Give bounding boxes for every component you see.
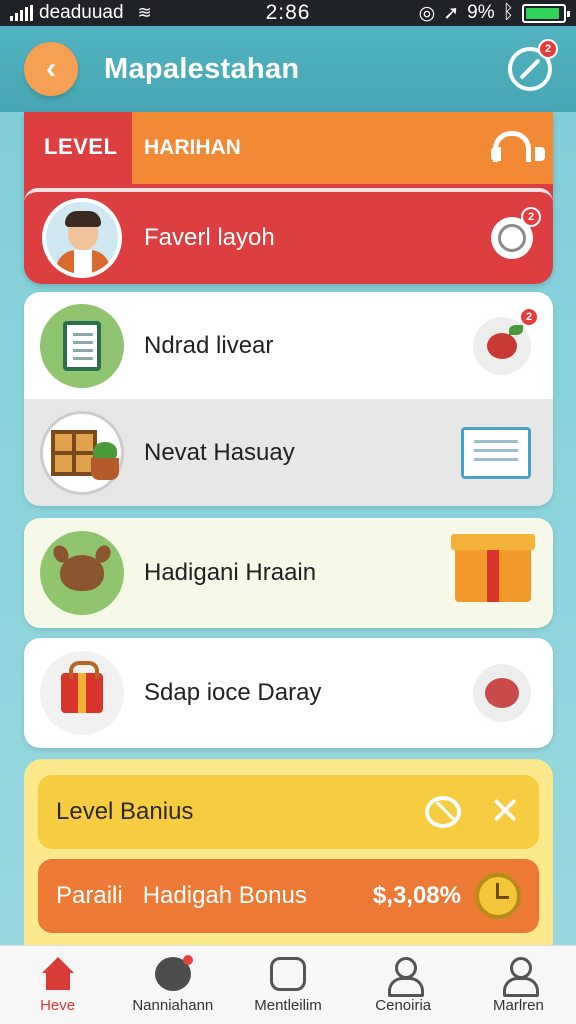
nav-label: Cenoiria [375,996,432,1014]
back-button[interactable]: ‹ [24,42,78,96]
status-bar: deaduuad ≋ 2:86 ◎ ➚ 9% ᛒ [0,0,576,26]
list-item-label: Ndrad livear [144,331,274,359]
nav-label: Mentleilim [254,996,322,1014]
level-bonus-label: Level Banius [56,798,194,825]
profile-icon [500,956,540,997]
level-card[interactable]: LEVEL HARIHAN Faverl layoh 2 [24,112,553,284]
nav-label: Heve [40,996,76,1014]
list-item[interactable]: Hadigani Hraain [24,518,553,628]
nav-home[interactable]: Heve [0,946,115,1024]
notification-badge: 2 [521,207,541,227]
nav-profile[interactable]: Marlren [461,946,576,1024]
level-banner[interactable]: HARIHAN [132,112,553,184]
timer-button[interactable]: 2 [491,207,541,259]
user-row[interactable]: Faverl layoh 2 [24,188,553,284]
gift-box-icon[interactable] [451,534,535,602]
card-label: Sdap ioce Daray [144,679,322,706]
list-item[interactable]: Sdap ioce Daray [24,638,553,748]
chart-icon [270,956,306,991]
berries-icon[interactable]: 2 [473,306,539,375]
user-icon [385,956,425,997]
page-title: Mapalestahan [104,52,300,85]
peach-icon[interactable] [473,664,531,722]
nav-label: Nanniahann [132,996,214,1014]
document-icon [40,303,124,388]
list-item[interactable]: Nevat Hasuay [24,399,553,506]
avatar [42,198,122,278]
nav-user[interactable]: Cenoiria [346,946,461,1024]
notification-badge: 2 [538,39,558,59]
user-name: Faverl layoh [144,224,275,251]
bonus-prefix: Paraili [56,882,123,909]
hide-icon[interactable] [425,796,462,828]
list-item-label: Nevat Hasuay [144,438,295,466]
level-tab[interactable]: LEVEL [44,134,117,160]
chevron-left-icon: ‹ [46,52,56,85]
red-gift-icon [40,651,124,735]
bonus-panel: Level Banius ✕ Paraili Hadigah Bonus $,3… [24,759,553,959]
shelf-plant-icon [40,410,124,495]
card-label: Hadigani Hraain [144,559,317,586]
compass-button[interactable]: 2 [508,39,558,91]
nav-map[interactable]: Nanniahann [115,946,230,1024]
bonus-amount: $,3,08% [372,882,461,909]
daily-bonus-row[interactable]: Paraili Hadigah Bonus $,3,08% [38,859,539,933]
clock-icon[interactable] [475,873,521,919]
bonus-label: Hadigah Bonus [142,882,307,909]
deer-icon [40,531,124,615]
app-header: ‹ Mapalestahan 2 [0,26,576,112]
banner-label: HARIHAN [144,136,241,159]
nav-chart[interactable]: Mentleilim [230,946,345,1024]
nav-label: Marlren [492,996,544,1014]
home-icon [40,956,76,991]
task-list: Ndrad livear 2 Nevat Hasuay [24,292,553,506]
headset-icon[interactable] [489,129,545,167]
bottom-nav: Heve Nanniahann Mentleilim Cenoiria Marl… [0,945,576,1024]
battery-icon [522,3,570,23]
list-item[interactable]: Ndrad livear 2 [24,292,553,399]
notification-badge: 2 [519,306,539,327]
clock: 2:86 [265,1,311,24]
close-icon[interactable]: ✕ [489,793,521,831]
basket-icon[interactable] [461,426,531,479]
level-bonus-row[interactable]: Level Banius ✕ [38,775,539,849]
map-icon [154,954,193,991]
